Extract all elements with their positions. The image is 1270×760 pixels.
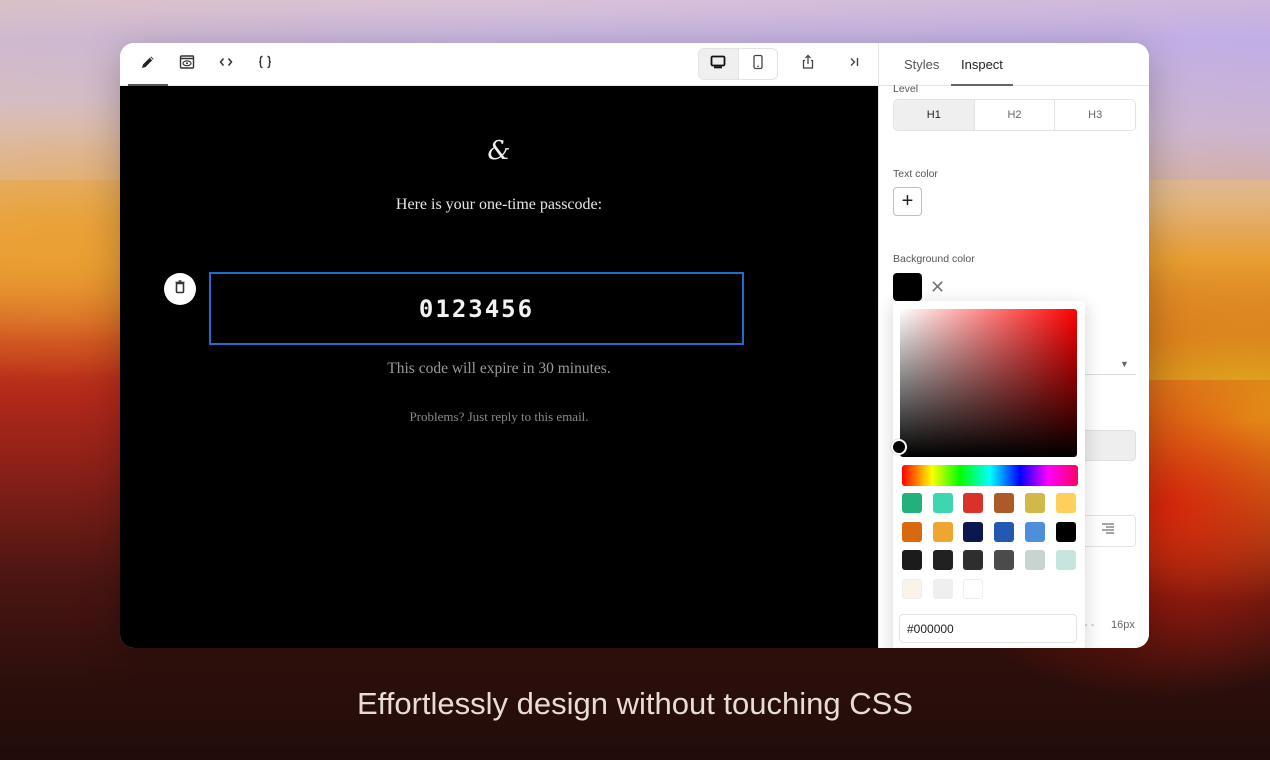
footer-text[interactable]: Problems? Just reply to this email. [120, 409, 878, 425]
saturation-area[interactable] [891, 309, 1077, 457]
device-toggle [698, 48, 778, 80]
align-right-button[interactable] [1079, 515, 1136, 547]
delete-block-button[interactable] [164, 273, 196, 305]
close-icon: ✕ [930, 277, 946, 297]
passcode-heading: 0123456 [418, 294, 535, 323]
color-swatch[interactable] [932, 521, 953, 542]
color-swatch[interactable] [994, 493, 1015, 513]
color-picker-popover [891, 301, 1085, 648]
color-swatch[interactable] [902, 550, 922, 571]
collapse-panel-icon [846, 54, 862, 75]
tab-styles[interactable]: Styles [904, 43, 939, 85]
color-swatch[interactable] [932, 550, 953, 571]
color-swatch[interactable] [963, 550, 984, 571]
intro-text[interactable]: Here is your one-time passcode: [120, 196, 878, 214]
json-tab[interactable] [245, 43, 285, 85]
editor-toolbar [120, 43, 878, 86]
add-text-color-button[interactable]: + [893, 187, 922, 216]
panel-tabs: Styles Inspect [879, 43, 1149, 86]
expire-text[interactable]: This code will expire in 30 minutes. [120, 360, 878, 378]
pencil-icon [140, 54, 156, 75]
clear-background-color-button[interactable]: ✕ [930, 277, 945, 298]
curly-braces-icon [257, 54, 273, 75]
plus-icon: + [901, 190, 914, 212]
text-color-label: Text color [893, 168, 938, 180]
level-h2-button[interactable]: H2 [975, 100, 1056, 130]
background-color-swatch[interactable] [893, 273, 922, 301]
level-h1-button[interactable]: H1 [894, 100, 975, 130]
color-swatch[interactable] [932, 493, 953, 513]
slider-track[interactable]: - - [1084, 619, 1094, 631]
color-swatch[interactable] [1024, 493, 1045, 513]
edit-tab[interactable] [128, 43, 168, 86]
color-swatch[interactable] [1024, 550, 1045, 571]
desktop-icon [710, 54, 726, 75]
color-swatch[interactable] [932, 578, 953, 599]
mobile-icon [750, 54, 766, 75]
color-swatch[interactable] [902, 493, 922, 513]
share-button[interactable] [788, 43, 828, 85]
color-swatch[interactable] [963, 521, 984, 542]
color-swatch[interactable] [902, 521, 922, 542]
color-swatch[interactable] [963, 578, 984, 599]
preview-tab[interactable] [167, 43, 207, 85]
selected-passcode-block[interactable]: 0123456 [209, 272, 744, 345]
color-swatch[interactable] [1055, 493, 1076, 513]
color-swatch[interactable] [963, 493, 984, 513]
inspector-panel: Styles Inspect Level H1 H2 H3 Text color… [878, 43, 1149, 648]
share-icon [800, 54, 816, 75]
color-swatch[interactable] [1055, 521, 1076, 542]
desktop-view-button[interactable] [699, 49, 739, 79]
eye-preview-icon [179, 54, 195, 75]
color-swatch[interactable] [1055, 550, 1076, 571]
level-h3-button[interactable]: H3 [1055, 100, 1135, 130]
mobile-view-button[interactable] [739, 49, 778, 79]
tagline: Effortlessly design without touching CSS [356, 686, 913, 721]
color-swatch[interactable] [902, 578, 922, 599]
caret-down-icon[interactable]: ▼ [1120, 359, 1129, 369]
align-right-icon [1100, 522, 1116, 541]
code-brackets-icon [218, 54, 234, 75]
color-swatch[interactable] [994, 521, 1015, 542]
email-canvas[interactable]: & Here is your one-time passcode: 012345… [120, 86, 878, 648]
color-swatch[interactable] [994, 550, 1015, 571]
html-code-tab[interactable] [206, 43, 246, 85]
hue-slider[interactable] [902, 465, 1078, 486]
tab-inspect[interactable]: Inspect [951, 43, 1013, 86]
hex-color-input[interactable] [899, 614, 1077, 643]
heading-level-group: H1 H2 H3 [893, 99, 1136, 131]
trash-icon [173, 279, 187, 299]
background-color-label: Background color [893, 253, 975, 265]
obscured-toggle-button[interactable] [1079, 430, 1136, 461]
size-value: 16px [1111, 619, 1135, 631]
editor-window: & Here is your one-time passcode: 012345… [120, 43, 1149, 648]
level-label: Level [893, 83, 919, 95]
saturation-handle[interactable] [891, 439, 907, 455]
collapse-panel-button[interactable] [834, 43, 874, 85]
color-swatch[interactable] [1024, 521, 1045, 542]
brand-logo: & [487, 136, 511, 166]
